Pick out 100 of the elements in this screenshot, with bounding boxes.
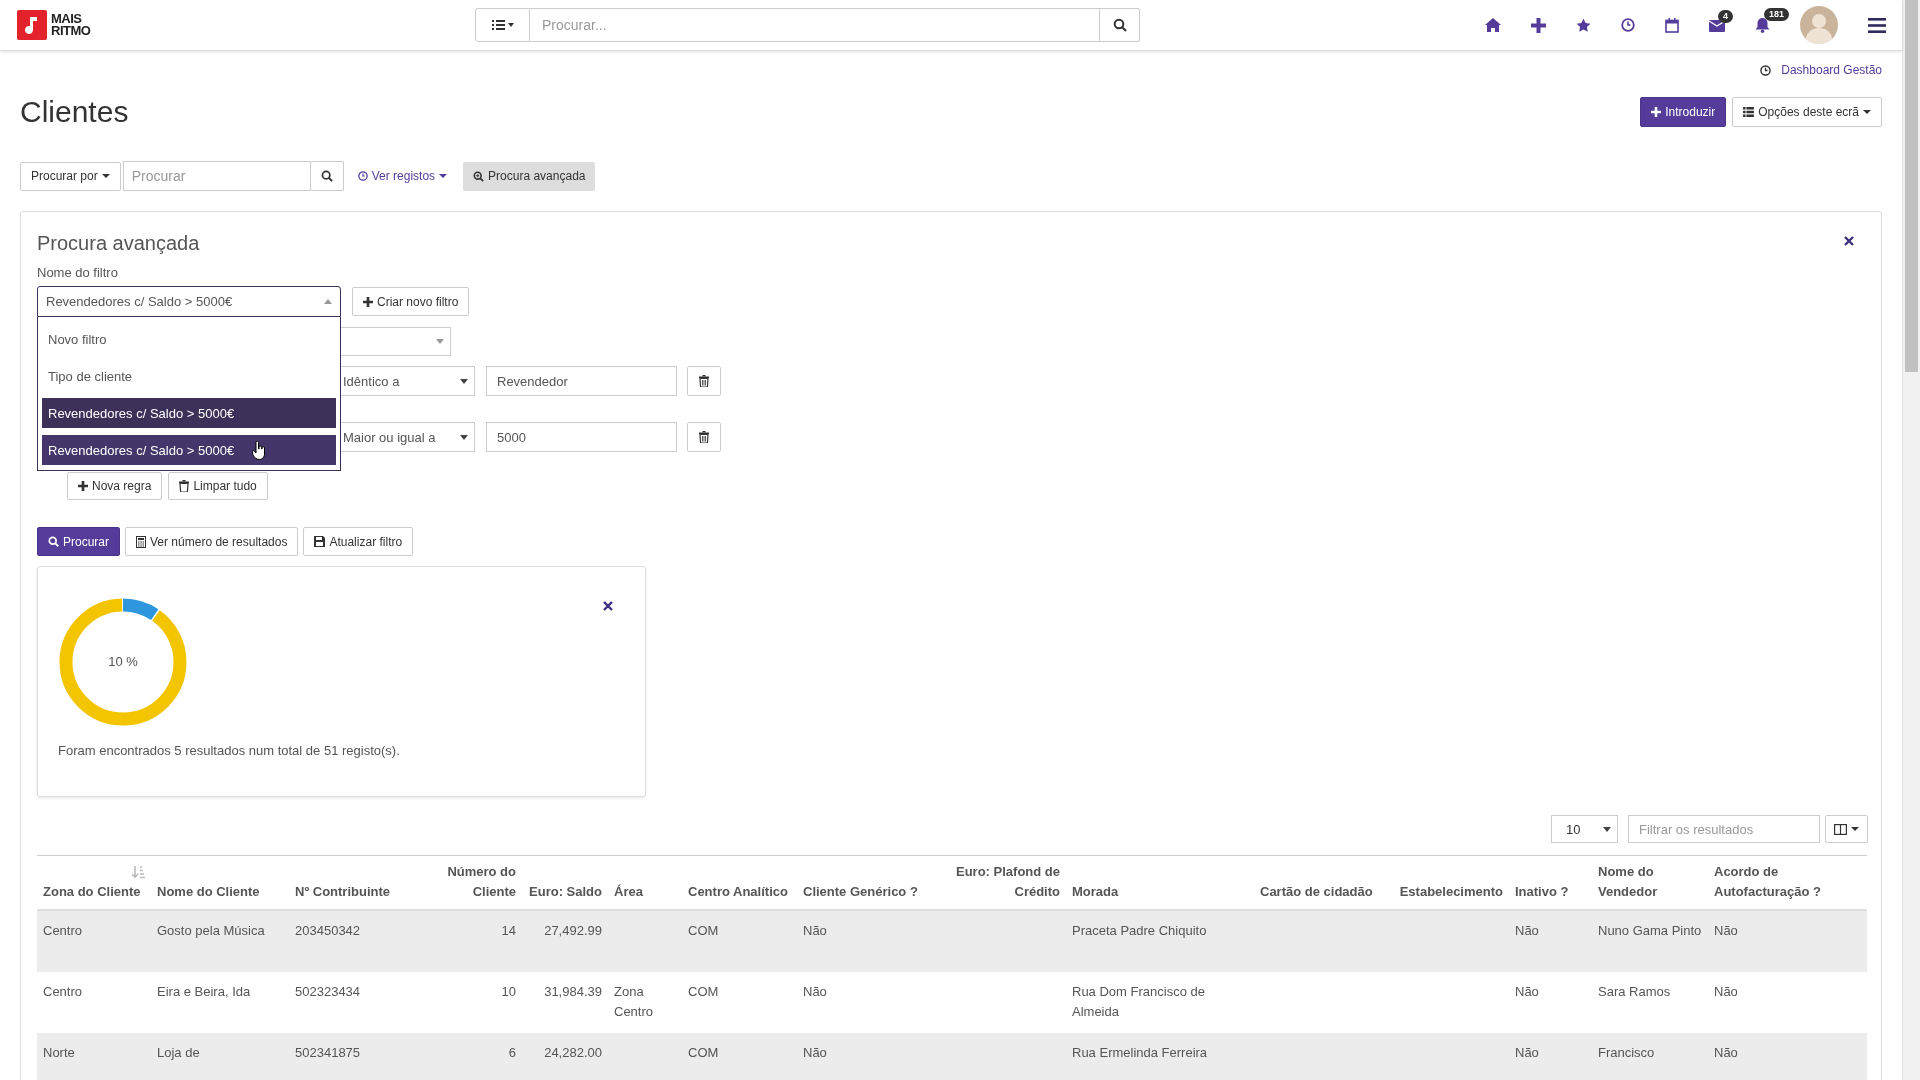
table-cell: COM	[688, 923, 719, 938]
logo-text: MAIS	[51, 13, 83, 25]
table-cell: Não	[803, 923, 827, 938]
value-field[interactable]: 5000	[486, 422, 677, 452]
scrollbar[interactable]	[1902, 0, 1920, 1080]
logo[interactable]: MAIS RITMO	[17, 10, 475, 40]
zoom-in-icon	[473, 170, 485, 182]
search-field[interactable]: Procurar	[122, 161, 311, 191]
list-icon	[491, 19, 514, 31]
plus-icon	[363, 296, 373, 307]
table-cell: Não	[1714, 984, 1738, 999]
clock-icon	[1760, 64, 1772, 76]
trash-icon	[699, 375, 709, 387]
dropdown-option[interactable]: Revendedores c/ Saldo > 5000€	[42, 435, 336, 465]
list-menu-button[interactable]	[475, 8, 530, 42]
columns-button[interactable]	[1825, 815, 1868, 843]
dashboard-link[interactable]: Dashboard Gestão	[1781, 63, 1882, 77]
search-button[interactable]	[1100, 8, 1140, 42]
table-cell: Gosto pela Música	[157, 923, 265, 938]
table-cell: Praceta Padre Chiquito	[1072, 923, 1207, 938]
home-icon[interactable]	[1485, 18, 1501, 32]
table-cell: 31,984.39	[544, 984, 602, 999]
advanced-search-button[interactable]: Procura avançada	[463, 161, 596, 191]
operator-select[interactable]: Idêntico a	[341, 366, 475, 396]
operator-select[interactable]: Maior ou igual a	[341, 422, 475, 452]
table-cell: Norte	[43, 1045, 75, 1060]
table-cell: Não	[803, 1045, 827, 1060]
dropdown-option[interactable]: Tipo de cliente	[42, 361, 336, 391]
table-cell: 10	[501, 984, 516, 999]
table-cell: Não	[1515, 984, 1539, 999]
table-cell: Rua Ermelinda Ferreira	[1072, 1045, 1208, 1060]
table-cell: Não	[1515, 1045, 1539, 1060]
calculator-icon	[136, 535, 146, 548]
plus-icon[interactable]	[1531, 17, 1546, 33]
clear-all-button[interactable]: Limpar tudo	[168, 472, 268, 500]
search-button[interactable]	[310, 161, 344, 191]
table-cell: 24,282.00	[544, 1045, 602, 1060]
table-cell: Zona Centro	[614, 984, 654, 1019]
delete-rule-button[interactable]	[687, 366, 721, 396]
search-button[interactable]: Procurar	[37, 527, 120, 556]
table-cell: Não	[803, 984, 827, 999]
caret-icon	[439, 174, 448, 178]
trash-icon	[179, 480, 190, 492]
clock-icon	[357, 171, 368, 181]
menu-icon[interactable]	[1868, 17, 1886, 33]
dropdown-option[interactable]: Revendedores c/ Saldo > 5000€	[42, 398, 336, 428]
trash-icon	[699, 431, 709, 443]
table-cell: Centro	[43, 923, 83, 938]
result-message: Foram encontrados 5 resultados num total de 51 registo(s).	[58, 743, 401, 758]
calendar-icon[interactable]	[1665, 17, 1679, 33]
introduzir-button[interactable]: Introduzir	[1640, 97, 1727, 127]
clock-icon[interactable]	[1621, 18, 1635, 32]
list-icon	[1743, 107, 1755, 117]
delete-rule-button[interactable]	[687, 422, 721, 452]
table-cell: Não	[1714, 1045, 1738, 1060]
table-cell: 502323434	[295, 984, 361, 999]
search-icon	[1112, 18, 1127, 32]
filter-select[interactable]: Revendedores c/ Saldo > 5000€	[37, 286, 341, 317]
star-icon[interactable]	[1576, 17, 1591, 33]
value-field[interactable]: Revendedor	[486, 366, 677, 396]
plus-icon	[1651, 107, 1662, 117]
table-cell: Loja de	[157, 1045, 200, 1060]
table-cell: Não	[1714, 923, 1738, 938]
search-icon	[48, 536, 59, 547]
columns-icon	[1834, 823, 1847, 835]
dropdown-option[interactable]: Novo filtro	[42, 324, 336, 354]
table-cell: Nuno Gama Pinto	[1598, 923, 1702, 938]
table-cell: COM	[688, 1045, 719, 1060]
table-cell: Francisco	[1598, 1045, 1655, 1060]
filter-field[interactable]: Filtrar os resultados	[1628, 815, 1820, 843]
search-field[interactable]: Procurar...	[530, 8, 1100, 42]
caret-icon	[101, 174, 110, 178]
music-note-icon	[17, 10, 47, 40]
bell-icon[interactable]	[1755, 17, 1770, 33]
table-cell: Eira e Beira, Ida	[157, 984, 251, 999]
table-cell: Sara Ramos	[1598, 984, 1671, 999]
result-count-button[interactable]: Ver número de resultados	[125, 527, 299, 556]
table-cell: 6	[508, 1045, 516, 1060]
percentage-label: 10 %	[107, 654, 139, 669]
field-label: Nome do filtro	[37, 265, 118, 280]
close-icon[interactable]	[603, 601, 613, 611]
search-by-dropdown[interactable]: Procurar por	[20, 161, 121, 191]
table-cell: COM	[688, 984, 719, 999]
table-cell: Centro	[43, 984, 83, 999]
table-cell: 14	[501, 923, 516, 938]
screen-options-button[interactable]: Opções deste ecrã	[1732, 97, 1882, 127]
new-rule-button[interactable]: Nova regra	[67, 472, 163, 500]
plus-icon	[78, 481, 88, 491]
create-filter-button[interactable]: Criar novo filtro	[352, 287, 470, 316]
scrollbar-thumb[interactable]	[1905, 0, 1918, 372]
page-size-select[interactable]: 10	[1551, 815, 1618, 843]
panel-title: Procura avançada	[37, 232, 200, 255]
close-icon[interactable]	[1844, 236, 1854, 246]
update-filter-button[interactable]: Atualizar filtro	[303, 527, 414, 556]
table-cell: 502341875	[295, 1045, 361, 1060]
table-cell: Rua Dom Francisco de Almeida	[1072, 984, 1205, 1019]
view-records-dropdown[interactable]: Ver registos	[357, 169, 448, 183]
envelope-icon[interactable]	[1709, 18, 1725, 32]
table-cell: 203450342	[295, 923, 361, 938]
page-title: Clientes	[20, 95, 129, 129]
